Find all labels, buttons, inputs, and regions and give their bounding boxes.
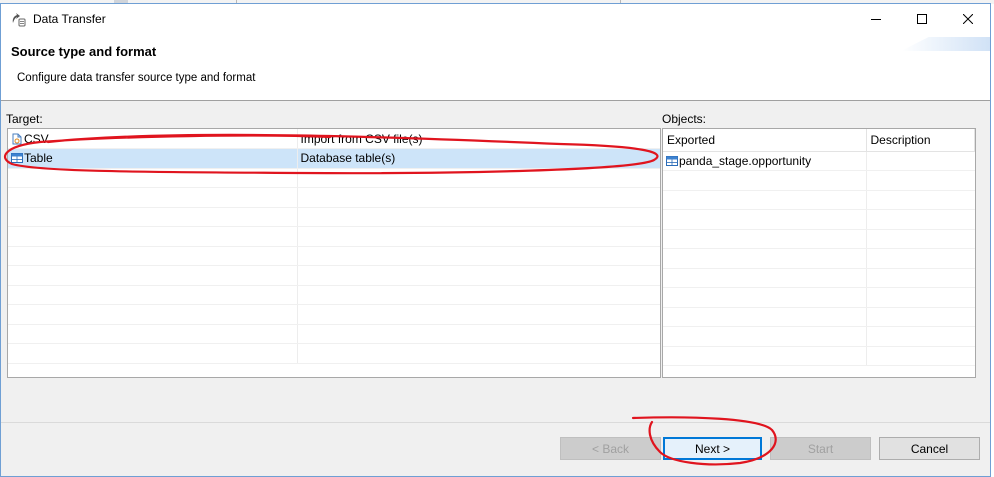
target-row-csv[interactable]: CSV Import from CSV file(s) — [8, 129, 660, 149]
empty-row — [8, 168, 660, 188]
empty-row — [663, 326, 975, 347]
table-icon — [666, 155, 678, 166]
objects-header-row: Exported Description — [663, 129, 975, 152]
object-name: panda_stage.opportunity — [679, 153, 812, 168]
target-label: Target: — [6, 112, 43, 126]
empty-row — [8, 246, 660, 266]
objects-label: Objects: — [662, 112, 707, 126]
maximize-button[interactable] — [899, 4, 945, 33]
object-description — [866, 151, 975, 171]
target-row-table[interactable]: Table Database table(s) — [8, 148, 660, 169]
object-row[interactable]: panda_stage.opportunity — [663, 151, 975, 171]
column-header-description[interactable]: Description — [866, 129, 975, 152]
target-table[interactable]: CSV Import from CSV file(s) Table Databa… — [7, 128, 661, 378]
empty-row — [663, 248, 975, 269]
header-banner-graphic — [901, 37, 990, 51]
data-transfer-icon — [12, 13, 26, 27]
empty-row — [8, 265, 660, 286]
target-name: Table — [24, 151, 53, 166]
close-button[interactable] — [945, 4, 990, 33]
next-button[interactable]: Next > — [663, 437, 762, 460]
wizard-header: Source type and format Configure data tr… — [1, 33, 990, 101]
empty-row — [663, 307, 975, 327]
target-name: CSV — [24, 131, 49, 146]
target-description: Database table(s) — [300, 151, 396, 166]
close-icon — [963, 13, 973, 24]
start-button[interactable]: Start — [770, 437, 871, 460]
data-transfer-dialog: Data Transfer Source type and format Con… — [0, 3, 991, 477]
back-button[interactable]: < Back — [560, 437, 661, 460]
empty-row — [663, 229, 975, 249]
empty-row — [8, 343, 660, 364]
page-description: Configure data transfer source type and … — [17, 72, 256, 84]
title-bar[interactable]: Data Transfer — [1, 4, 990, 33]
column-header-exported[interactable]: Exported — [663, 129, 867, 152]
empty-row — [663, 190, 975, 210]
minimize-button[interactable] — [853, 4, 899, 33]
empty-row — [663, 287, 975, 308]
objects-table[interactable]: Exported Description panda_stage.opportu… — [662, 128, 976, 378]
minimize-icon — [871, 18, 881, 20]
empty-row — [8, 285, 660, 305]
empty-row — [8, 226, 660, 247]
target-description: Import from CSV file(s) — [300, 131, 423, 146]
empty-row — [663, 170, 975, 191]
cancel-button[interactable]: Cancel — [879, 437, 980, 460]
window-title: Data Transfer — [33, 12, 106, 26]
empty-row — [8, 304, 660, 325]
page-title: Source type and format — [11, 44, 157, 59]
csv-file-icon — [12, 133, 22, 144]
empty-row — [663, 346, 975, 366]
empty-row — [8, 207, 660, 227]
table-icon — [11, 153, 23, 164]
empty-row — [8, 324, 660, 344]
empty-row — [663, 209, 975, 230]
empty-row — [663, 268, 975, 288]
empty-row — [8, 187, 660, 208]
maximize-icon — [917, 13, 927, 24]
